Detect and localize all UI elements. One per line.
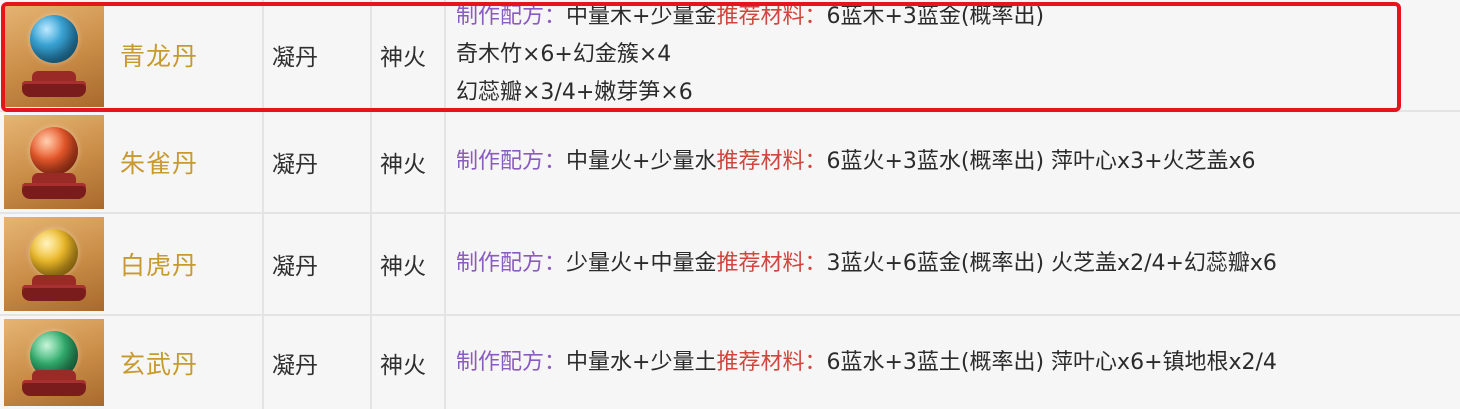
white-tiger-pill-icon — [4, 217, 104, 311]
pill-name: 白虎丹 — [120, 251, 199, 280]
formula-label: 制作配方： — [456, 149, 567, 174]
materials-value: 3蓝火+6蓝金(概率出) 火芝盖x2/4+幻蕊瓣x6 — [826, 251, 1277, 276]
recipe-line: 制作配方：中量木+少量金推荐材料：6蓝木+3蓝金(概率出) — [456, 0, 1044, 36]
materials-line-2: 奇木竹×6+幻金簇×4 — [456, 42, 672, 67]
pill-type-cell: 凝丹 — [264, 0, 372, 110]
table-row: 白虎丹 凝丹 神火 制作配方：少量火+中量金推荐材料：3蓝火+6蓝金(概率出) … — [0, 214, 1460, 316]
table-row: 朱雀丹 凝丹 神火 制作配方：中量火+少量水推荐材料：6蓝火+3蓝水(概率出) … — [0, 112, 1460, 214]
fire-cell: 神火 — [372, 214, 446, 314]
formula-value: 少量火+中量金 — [566, 251, 717, 276]
pill-type-cell: 凝丹 — [264, 112, 372, 212]
materials-value: 6蓝水+3蓝土(概率出) 萍叶心x6+镇地根x2/4 — [826, 349, 1277, 375]
recipe-line: 制作配方：中量火+少量水推荐材料：6蓝火+3蓝水(概率出) 萍叶心x3+火芝盖x… — [456, 143, 1256, 181]
recipe-line: 制作配方：少量火+中量金推荐材料：3蓝火+6蓝金(概率出) 火芝盖x2/4+幻蕊… — [456, 245, 1277, 283]
pill-type-cell: 凝丹 — [264, 316, 372, 409]
material-label: 推荐材料： — [716, 349, 827, 375]
pill-name: 玄武丹 — [120, 349, 199, 379]
blue-dragon-pill-icon — [4, 3, 104, 107]
row-icon-cell — [0, 214, 108, 314]
pill-name: 朱雀丹 — [120, 149, 199, 178]
fire-type: 神火 — [380, 45, 426, 71]
table-row: 玄武丹 凝丹 神火 制作配方：中量水+少量土推荐材料：6蓝水+3蓝土(概率出) … — [0, 316, 1460, 409]
pill-name-cell: 朱雀丹 — [108, 112, 264, 212]
pill-type: 凝丹 — [272, 352, 318, 379]
formula-value: 中量水+少量土 — [566, 349, 717, 375]
recipe-cell: 制作配方：中量水+少量土推荐材料：6蓝水+3蓝土(概率出) 萍叶心x6+镇地根x… — [446, 316, 1460, 409]
pill-name: 青龙丹 — [120, 42, 199, 71]
fire-cell: 神火 — [372, 316, 446, 409]
pill-type: 凝丹 — [272, 254, 318, 280]
recipe-cell: 制作配方：中量火+少量水推荐材料：6蓝火+3蓝水(概率出) 萍叶心x3+火芝盖x… — [446, 112, 1460, 212]
pill-name-cell: 玄武丹 — [108, 316, 264, 409]
row-icon-cell — [0, 316, 108, 409]
materials-value: 6蓝火+3蓝水(概率出) 萍叶心x3+火芝盖x6 — [826, 149, 1256, 174]
formula-label: 制作配方： — [456, 251, 567, 276]
black-tortoise-pill-icon — [4, 319, 104, 406]
recipe-cell: 制作配方：中量木+少量金推荐材料：6蓝木+3蓝金(概率出) 奇木竹×6+幻金簇×… — [446, 0, 1460, 110]
fire-cell: 神火 — [372, 112, 446, 212]
materials-value: 6蓝木+3蓝金(概率出) — [826, 4, 1045, 29]
row-icon-cell — [0, 112, 108, 212]
table-row: 青龙丹 凝丹 神火 制作配方：中量木+少量金推荐材料：6蓝木+3蓝金(概率出) … — [0, 0, 1460, 112]
row-icon-cell — [0, 0, 108, 110]
formula-label: 制作配方： — [456, 349, 567, 375]
formula-label: 制作配方： — [456, 4, 567, 29]
formula-value: 中量木+少量金 — [566, 4, 717, 29]
formula-value: 中量火+少量水 — [566, 149, 717, 174]
material-label: 推荐材料： — [716, 4, 827, 29]
pill-type: 凝丹 — [272, 45, 318, 71]
fire-cell: 神火 — [372, 0, 446, 110]
vermilion-bird-pill-icon — [4, 115, 104, 209]
materials-line-3: 幻蕊瓣×3/4+嫩芽笋×6 — [456, 80, 693, 105]
recipe-cell: 制作配方：少量火+中量金推荐材料：3蓝火+6蓝金(概率出) 火芝盖x2/4+幻蕊… — [446, 214, 1460, 314]
pill-name-cell: 白虎丹 — [108, 214, 264, 314]
fire-type: 神火 — [380, 254, 426, 280]
fire-type: 神火 — [380, 352, 426, 379]
material-label: 推荐材料： — [716, 251, 827, 276]
elixir-recipe-table: 青龙丹 凝丹 神火 制作配方：中量木+少量金推荐材料：6蓝木+3蓝金(概率出) … — [0, 0, 1460, 409]
material-label: 推荐材料： — [716, 149, 827, 174]
fire-type: 神火 — [380, 152, 426, 178]
recipe-line: 制作配方：中量水+少量土推荐材料：6蓝水+3蓝土(概率出) 萍叶心x6+镇地根x… — [456, 344, 1277, 382]
pill-type-cell: 凝丹 — [264, 214, 372, 314]
pill-name-cell: 青龙丹 — [108, 0, 264, 110]
pill-type: 凝丹 — [272, 152, 318, 178]
